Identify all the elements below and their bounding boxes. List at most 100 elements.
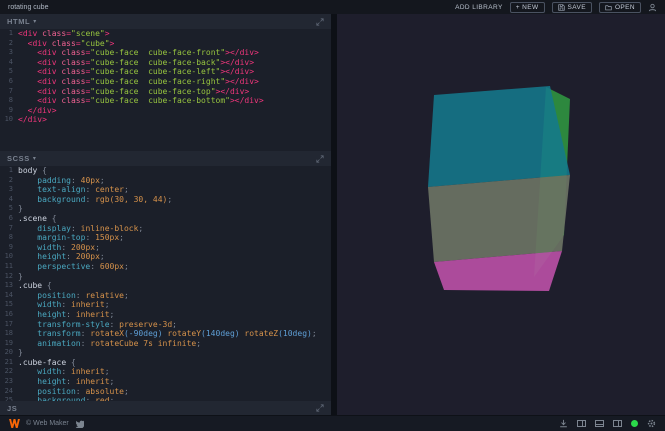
code-line[interactable]: 18 transform: rotateX(-90deg) rotateY(14… <box>0 329 331 339</box>
code-line[interactable]: 16 height: inherit; <box>0 310 331 320</box>
code-line[interactable]: 1body { <box>0 166 331 176</box>
code-text[interactable]: padding: 40px; <box>18 176 105 186</box>
code-line[interactable]: 21.cube-face { <box>0 358 331 368</box>
code-text[interactable]: <div class="cube-face cube-face-bottom">… <box>18 96 264 106</box>
code-text[interactable]: <div class="cube-face cube-face-left"></… <box>18 67 254 77</box>
code-line[interactable]: 12} <box>0 272 331 282</box>
panel-header-js[interactable]: JS <box>0 401 331 415</box>
code-line[interactable]: 3 <div class="cube-face cube-face-front"… <box>0 48 331 58</box>
expand-icon[interactable] <box>316 404 324 412</box>
panel-header-html[interactable]: HTML ▾ <box>0 14 331 29</box>
twitter-icon[interactable] <box>75 419 84 428</box>
code-text[interactable]: transform-style: preserve-3d; <box>18 320 177 330</box>
code-text[interactable]: perspective: 600px; <box>18 262 129 272</box>
code-text[interactable]: } <box>18 204 23 214</box>
line-number: 6 <box>0 77 18 87</box>
save-icon <box>558 4 565 11</box>
code-line[interactable]: 9 width: 200px; <box>0 243 331 253</box>
code-line[interactable]: 23 height: inherit; <box>0 377 331 387</box>
expand-icon[interactable] <box>316 18 324 26</box>
code-text[interactable]: animation: rotateCube 7s infinite; <box>18 339 201 349</box>
code-line[interactable]: 13.cube { <box>0 281 331 291</box>
settings-gear-icon[interactable] <box>647 419 656 428</box>
code-line[interactable]: 10</div> <box>0 115 331 125</box>
add-library-button[interactable]: ADD LIBRARY <box>455 4 503 11</box>
chevron-down-icon: ▾ <box>33 19 36 25</box>
code-text[interactable]: display: inline-block; <box>18 224 143 234</box>
code-text[interactable]: text-align: center; <box>18 185 129 195</box>
code-line[interactable]: 8 <div class="cube-face cube-face-bottom… <box>0 96 331 106</box>
line-number: 5 <box>0 204 18 214</box>
download-icon[interactable] <box>559 419 568 428</box>
code-line[interactable]: 15 width: inherit; <box>0 300 331 310</box>
code-line[interactable]: 11 perspective: 600px; <box>0 262 331 272</box>
layout-right-pane-icon[interactable] <box>613 420 622 427</box>
account-icon[interactable] <box>648 3 657 12</box>
code-text[interactable]: height: inherit; <box>18 377 114 387</box>
code-line[interactable]: 3 text-align: center; <box>0 185 331 195</box>
code-text[interactable]: transform: rotateX(-90deg) rotateY(140de… <box>18 329 317 339</box>
code-text[interactable]: position: relative; <box>18 291 129 301</box>
code-text[interactable]: } <box>18 272 23 282</box>
panel-label-js: JS <box>7 404 17 413</box>
scss-editor[interactable]: 1body {2 padding: 40px;3 text-align: cen… <box>0 166 331 401</box>
code-line[interactable]: 19 animation: rotateCube 7s infinite; <box>0 339 331 349</box>
code-text[interactable]: <div class="cube-face cube-face-right"><… <box>18 77 259 87</box>
code-text[interactable]: </div> <box>18 106 57 116</box>
code-line[interactable]: 2 padding: 40px; <box>0 176 331 186</box>
code-line[interactable]: 14 position: relative; <box>0 291 331 301</box>
code-line[interactable]: 7 <div class="cube-face cube-face-top"><… <box>0 87 331 97</box>
code-text[interactable]: <div class="cube"> <box>18 39 114 49</box>
code-text[interactable]: <div class="scene"> <box>18 29 110 39</box>
code-text[interactable]: <div class="cube-face cube-face-front"><… <box>18 48 259 58</box>
code-text[interactable]: width: 200px; <box>18 243 100 253</box>
code-line[interactable]: 6 <div class="cube-face cube-face-right"… <box>0 77 331 87</box>
code-text[interactable]: position: absolute; <box>18 387 129 397</box>
code-line[interactable]: 22 width: inherit; <box>0 367 331 377</box>
code-line[interactable]: 8 margin-top: 150px; <box>0 233 331 243</box>
code-line[interactable]: 5} <box>0 204 331 214</box>
webmaker-logo-icon[interactable] <box>9 419 20 428</box>
code-line[interactable]: 17 transform-style: preserve-3d; <box>0 320 331 330</box>
code-text[interactable]: .scene { <box>18 214 57 224</box>
code-line[interactable]: 2 <div class="cube"> <box>0 39 331 49</box>
status-dot[interactable] <box>631 420 638 427</box>
code-line[interactable]: 5 <div class="cube-face cube-face-left">… <box>0 67 331 77</box>
line-number: 18 <box>0 329 18 339</box>
code-text[interactable]: } <box>18 348 23 358</box>
code-line[interactable]: 7 display: inline-block; <box>0 224 331 234</box>
layout-columns-icon[interactable] <box>577 420 586 427</box>
code-text[interactable]: height: 200px; <box>18 252 105 262</box>
code-text[interactable]: body { <box>18 166 47 176</box>
new-button[interactable]: + NEW <box>510 2 545 13</box>
html-editor[interactable]: 1<div class="scene">2 <div class="cube">… <box>0 29 331 151</box>
open-button[interactable]: OPEN <box>599 2 641 13</box>
line-number: 16 <box>0 310 18 320</box>
save-button[interactable]: SAVE <box>552 2 592 13</box>
code-text[interactable]: margin-top: 150px; <box>18 233 124 243</box>
code-text[interactable]: </div> <box>18 115 47 125</box>
code-line[interactable]: 24 position: absolute; <box>0 387 331 397</box>
code-line[interactable]: 20} <box>0 348 331 358</box>
code-text[interactable]: width: inherit; <box>18 367 110 377</box>
code-text[interactable]: height: inherit; <box>18 310 114 320</box>
code-text[interactable]: background: rgb(30, 30, 44); <box>18 195 172 205</box>
code-text[interactable]: <div class="cube-face cube-face-back"></… <box>18 58 254 68</box>
code-line[interactable]: 10 height: 200px; <box>0 252 331 262</box>
code-line[interactable]: 4 background: rgb(30, 30, 44); <box>0 195 331 205</box>
code-line[interactable]: 1<div class="scene"> <box>0 29 331 39</box>
code-text[interactable]: <div class="cube-face cube-face-top"></d… <box>18 87 249 97</box>
layout-rows-icon[interactable] <box>595 420 604 427</box>
code-line[interactable]: 4 <div class="cube-face cube-face-back">… <box>0 58 331 68</box>
code-line[interactable]: 9 </div> <box>0 106 331 116</box>
code-text[interactable]: width: inherit; <box>18 300 110 310</box>
folder-icon <box>605 4 612 11</box>
panel-label-scss: SCSS <box>7 154 30 163</box>
code-line[interactable]: 6.scene { <box>0 214 331 224</box>
panel-header-scss[interactable]: SCSS ▾ <box>0 151 331 166</box>
code-text[interactable]: .cube { <box>18 281 52 291</box>
expand-icon[interactable] <box>316 155 324 163</box>
code-text[interactable]: .cube-face { <box>18 358 76 368</box>
html-panel: HTML ▾ 1<div class="scene">2 <div class=… <box>0 14 331 151</box>
line-number: 10 <box>0 252 18 262</box>
